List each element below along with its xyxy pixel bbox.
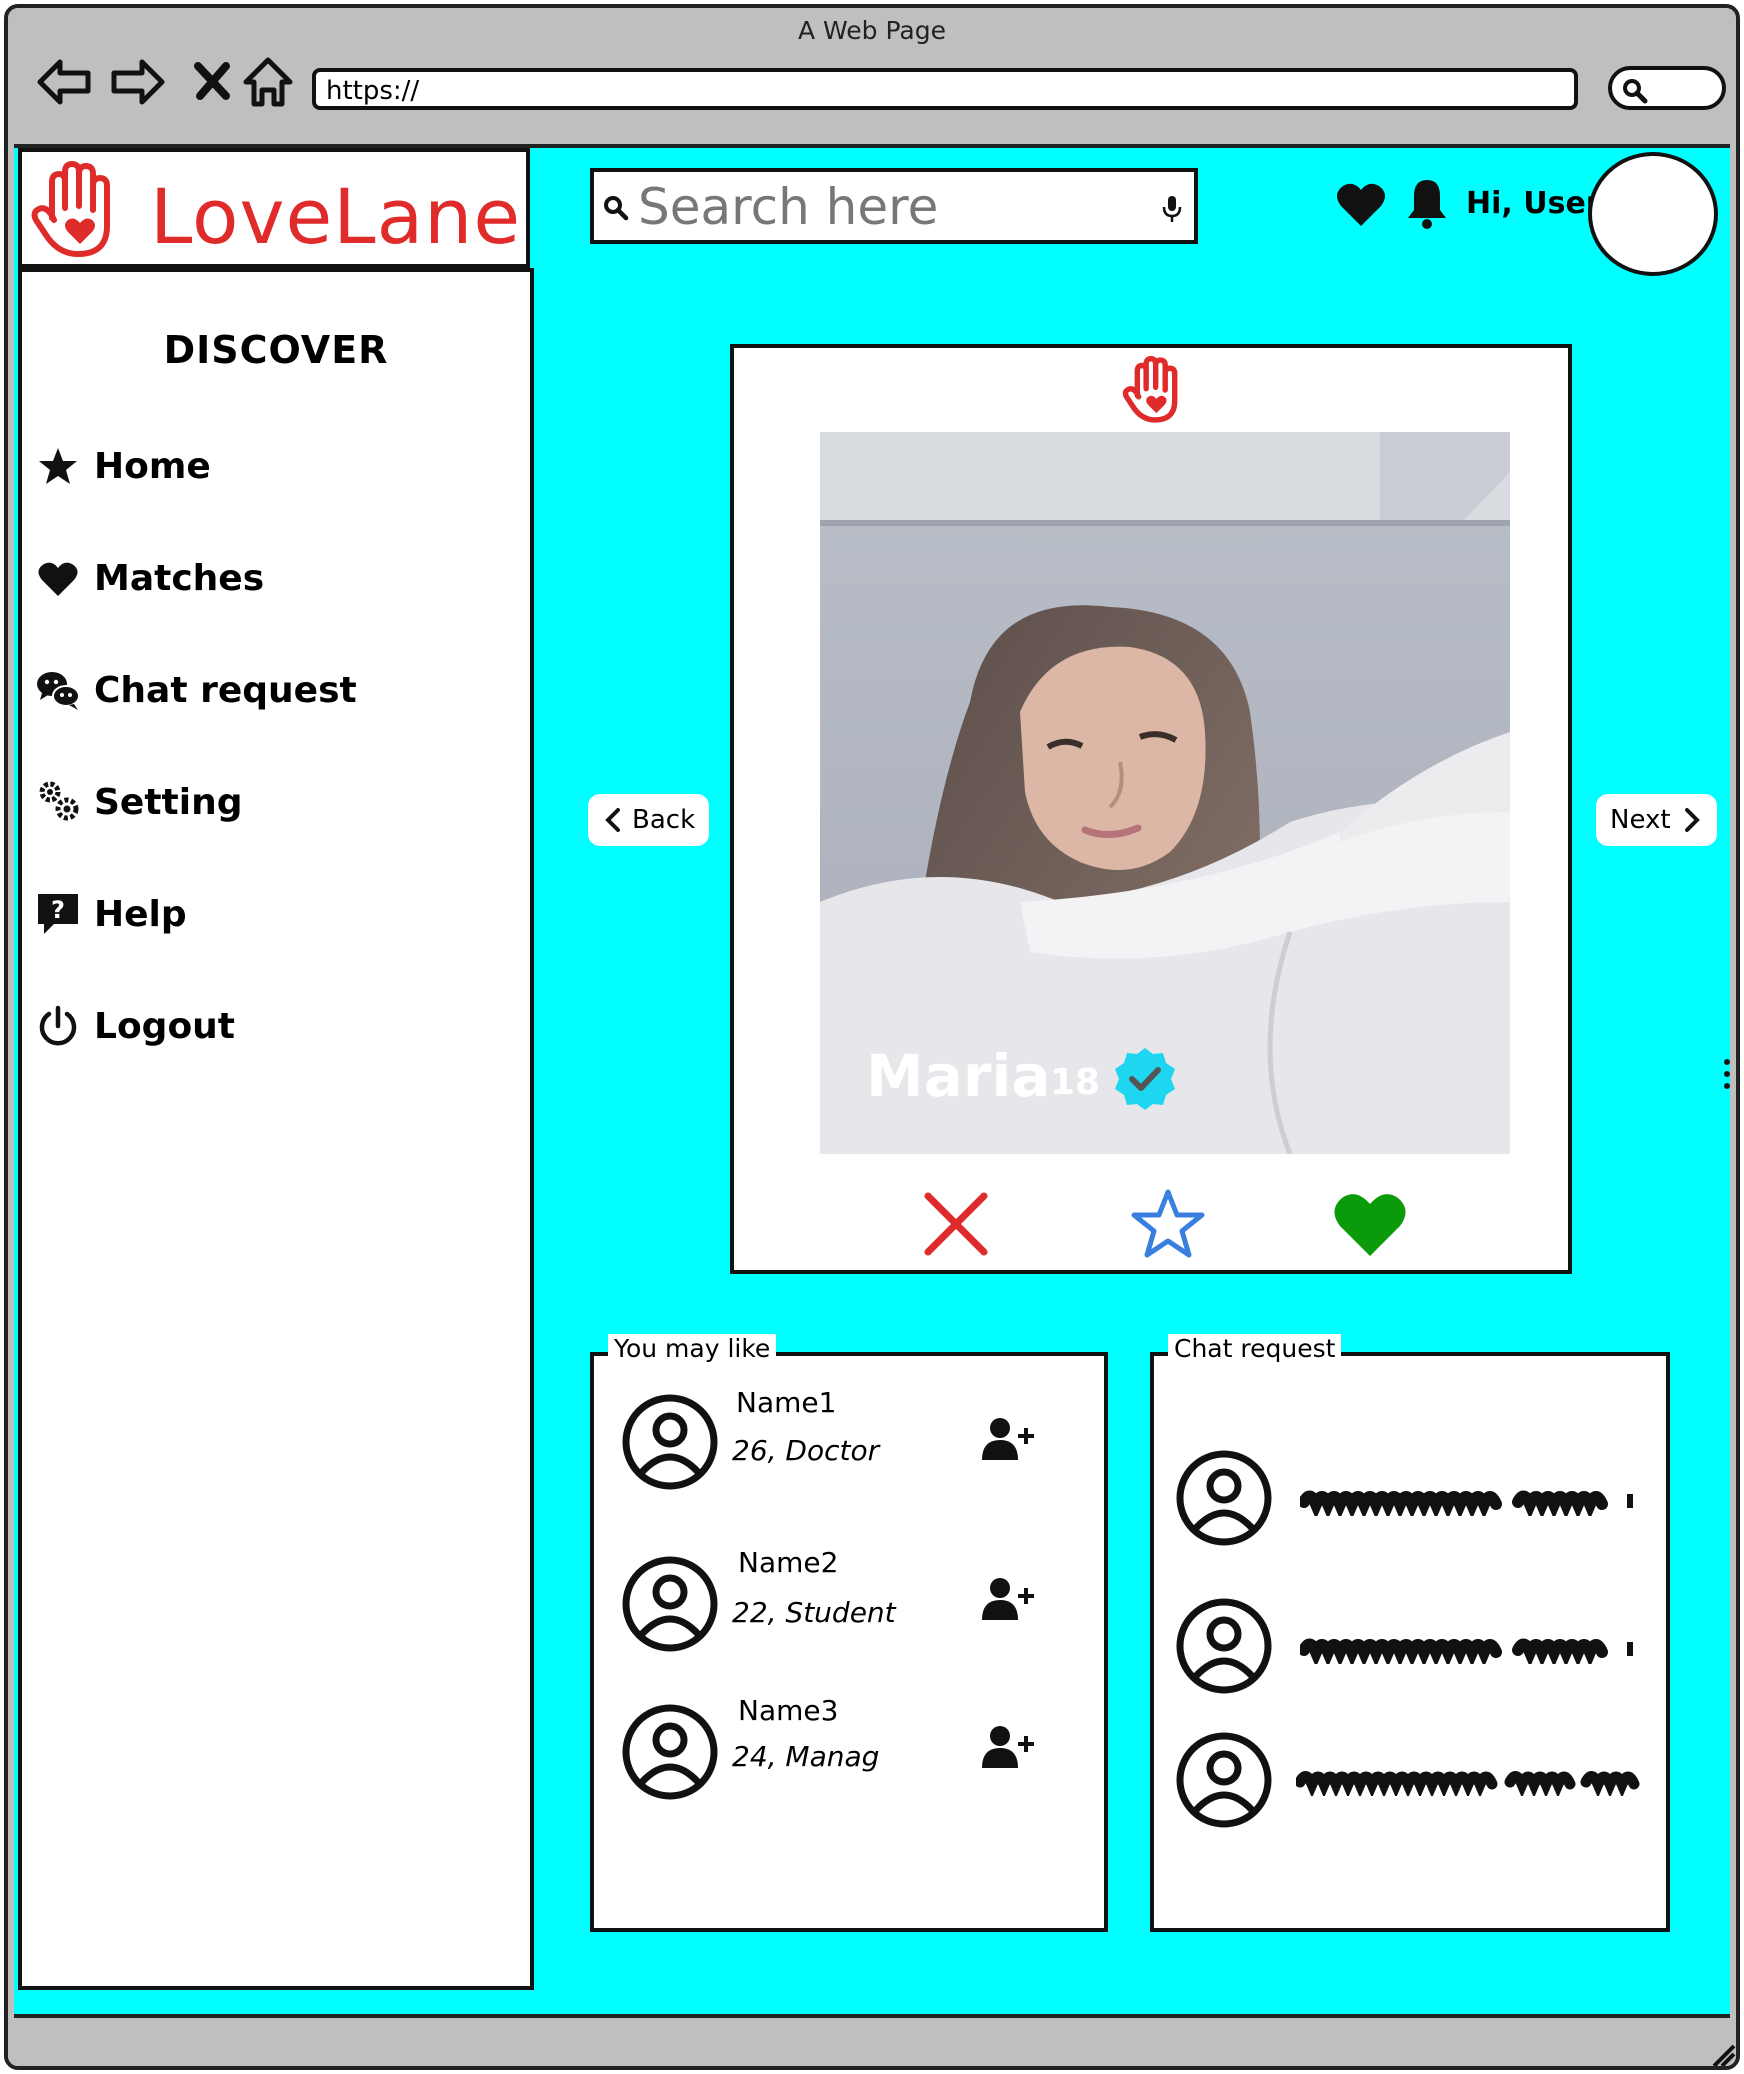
superlike-star-button[interactable] bbox=[1128, 1184, 1208, 1264]
next-button[interactable]: Next bbox=[1596, 794, 1717, 846]
profile-card[interactable]: Maria 18 bbox=[730, 344, 1572, 1274]
profile-age: 18 bbox=[1050, 1062, 1101, 1103]
sidebar-item-setting[interactable]: Setting bbox=[36, 772, 243, 832]
sidebar-item-label: Matches bbox=[94, 557, 265, 599]
person-name: Name2 bbox=[738, 1546, 839, 1579]
resize-grip-icon[interactable] bbox=[1708, 2040, 1738, 2070]
sidebar-item-label: Setting bbox=[94, 781, 243, 823]
person-detail: 22, Student bbox=[732, 1596, 896, 1629]
reject-button[interactable] bbox=[916, 1184, 996, 1264]
add-user-icon[interactable] bbox=[982, 1576, 1036, 1622]
heart-icon bbox=[38, 562, 78, 596]
chat-request-item[interactable] bbox=[1174, 1730, 1654, 1830]
sidebar-item-home[interactable]: Home bbox=[36, 436, 211, 496]
user-profile-icon bbox=[1176, 1598, 1272, 1694]
sidebar-item-label: Logout bbox=[94, 1005, 236, 1047]
back-arrow-icon[interactable] bbox=[34, 52, 94, 112]
brand-name: LoveLane bbox=[150, 172, 522, 261]
sidebar-item-help[interactable]: ? Help bbox=[36, 884, 187, 944]
search-bar[interactable] bbox=[590, 168, 1198, 244]
gears-icon bbox=[39, 781, 79, 821]
logo-area[interactable]: LoveLane bbox=[18, 148, 530, 268]
list-item[interactable]: Name2 22, Student bbox=[620, 1546, 1090, 1666]
user-profile-icon bbox=[1176, 1450, 1272, 1546]
chat-icon bbox=[37, 672, 80, 710]
chevron-right-icon bbox=[1684, 808, 1700, 832]
person-name: Name1 bbox=[736, 1386, 837, 1419]
user-greeting: Hi, User bbox=[1466, 186, 1601, 221]
scribble-message-preview bbox=[1296, 1771, 1640, 1796]
sidebar-heading: DISCOVER bbox=[163, 328, 389, 372]
verified-badge-icon bbox=[1115, 1048, 1175, 1110]
scribble-message-preview bbox=[1300, 1638, 1633, 1664]
star-icon bbox=[39, 448, 77, 484]
user-profile-icon bbox=[622, 1556, 718, 1652]
add-user-icon[interactable] bbox=[982, 1724, 1036, 1770]
you-may-like-panel: You may like Name1 26, Doctor Name2 22, … bbox=[590, 1334, 1108, 1932]
chat-request-item[interactable] bbox=[1174, 1448, 1654, 1548]
scribble-message-preview bbox=[1300, 1490, 1633, 1516]
svg-text:?: ? bbox=[51, 896, 65, 924]
sidebar-item-matches[interactable]: Matches bbox=[36, 548, 264, 608]
panel-title: Chat request bbox=[1168, 1334, 1342, 1363]
sidebar-item-chat-request[interactable]: Chat request bbox=[36, 660, 357, 720]
sidebar-item-logout[interactable]: Logout bbox=[36, 996, 235, 1056]
chevron-left-icon bbox=[605, 808, 620, 832]
sidebar-item-label: Help bbox=[94, 893, 187, 935]
browser-search-field[interactable] bbox=[1608, 66, 1726, 110]
notification-bell-icon[interactable] bbox=[1404, 176, 1450, 232]
home-icon[interactable] bbox=[238, 52, 298, 112]
search-input[interactable] bbox=[636, 176, 1140, 238]
next-button-label: Next bbox=[1610, 805, 1671, 835]
user-profile-icon bbox=[1176, 1732, 1272, 1828]
sidebar: DISCOVER Home Matches Chat request Setti… bbox=[18, 268, 534, 1990]
hand-heart-logo-icon bbox=[1122, 356, 1178, 423]
sidebar-item-label: Chat request bbox=[94, 669, 357, 711]
chat-request-panel: Chat request bbox=[1150, 1334, 1670, 1932]
help-icon: ? bbox=[38, 894, 78, 934]
back-button[interactable]: Back bbox=[588, 794, 710, 846]
user-avatar[interactable] bbox=[1588, 152, 1718, 276]
status-bar bbox=[8, 2034, 1738, 2070]
user-profile-icon bbox=[622, 1704, 718, 1800]
hand-heart-logo-icon bbox=[31, 161, 110, 257]
add-user-icon[interactable] bbox=[982, 1416, 1036, 1462]
profile-photo[interactable]: Maria 18 bbox=[820, 432, 1510, 1154]
stop-icon[interactable] bbox=[184, 52, 244, 112]
window-title: A Web Page bbox=[797, 16, 947, 45]
forward-arrow-icon[interactable] bbox=[108, 52, 168, 112]
like-heart-button[interactable] bbox=[1330, 1184, 1410, 1264]
panel-title: You may like bbox=[608, 1334, 777, 1363]
search-icon bbox=[1623, 79, 1648, 104]
power-icon bbox=[39, 1005, 77, 1046]
profile-name: Maria bbox=[866, 1042, 1051, 1110]
url-bar[interactable]: https:// bbox=[312, 68, 1578, 110]
more-vertical-icon[interactable] bbox=[1722, 1056, 1732, 1096]
search-icon bbox=[604, 196, 629, 221]
back-button-label: Back bbox=[632, 805, 696, 835]
chat-request-item[interactable] bbox=[1174, 1596, 1654, 1696]
sidebar-item-label: Home bbox=[94, 445, 211, 487]
user-profile-icon bbox=[622, 1394, 718, 1490]
person-detail: 26, Doctor bbox=[732, 1434, 880, 1467]
person-detail: 24, Manag bbox=[732, 1740, 880, 1773]
list-item[interactable]: Name3 24, Manag bbox=[620, 1694, 1090, 1814]
person-name: Name3 bbox=[738, 1694, 839, 1727]
favorites-heart-icon[interactable] bbox=[1334, 180, 1388, 230]
list-item[interactable]: Name1 26, Doctor bbox=[620, 1386, 1090, 1506]
microphone-icon[interactable] bbox=[1160, 194, 1184, 224]
